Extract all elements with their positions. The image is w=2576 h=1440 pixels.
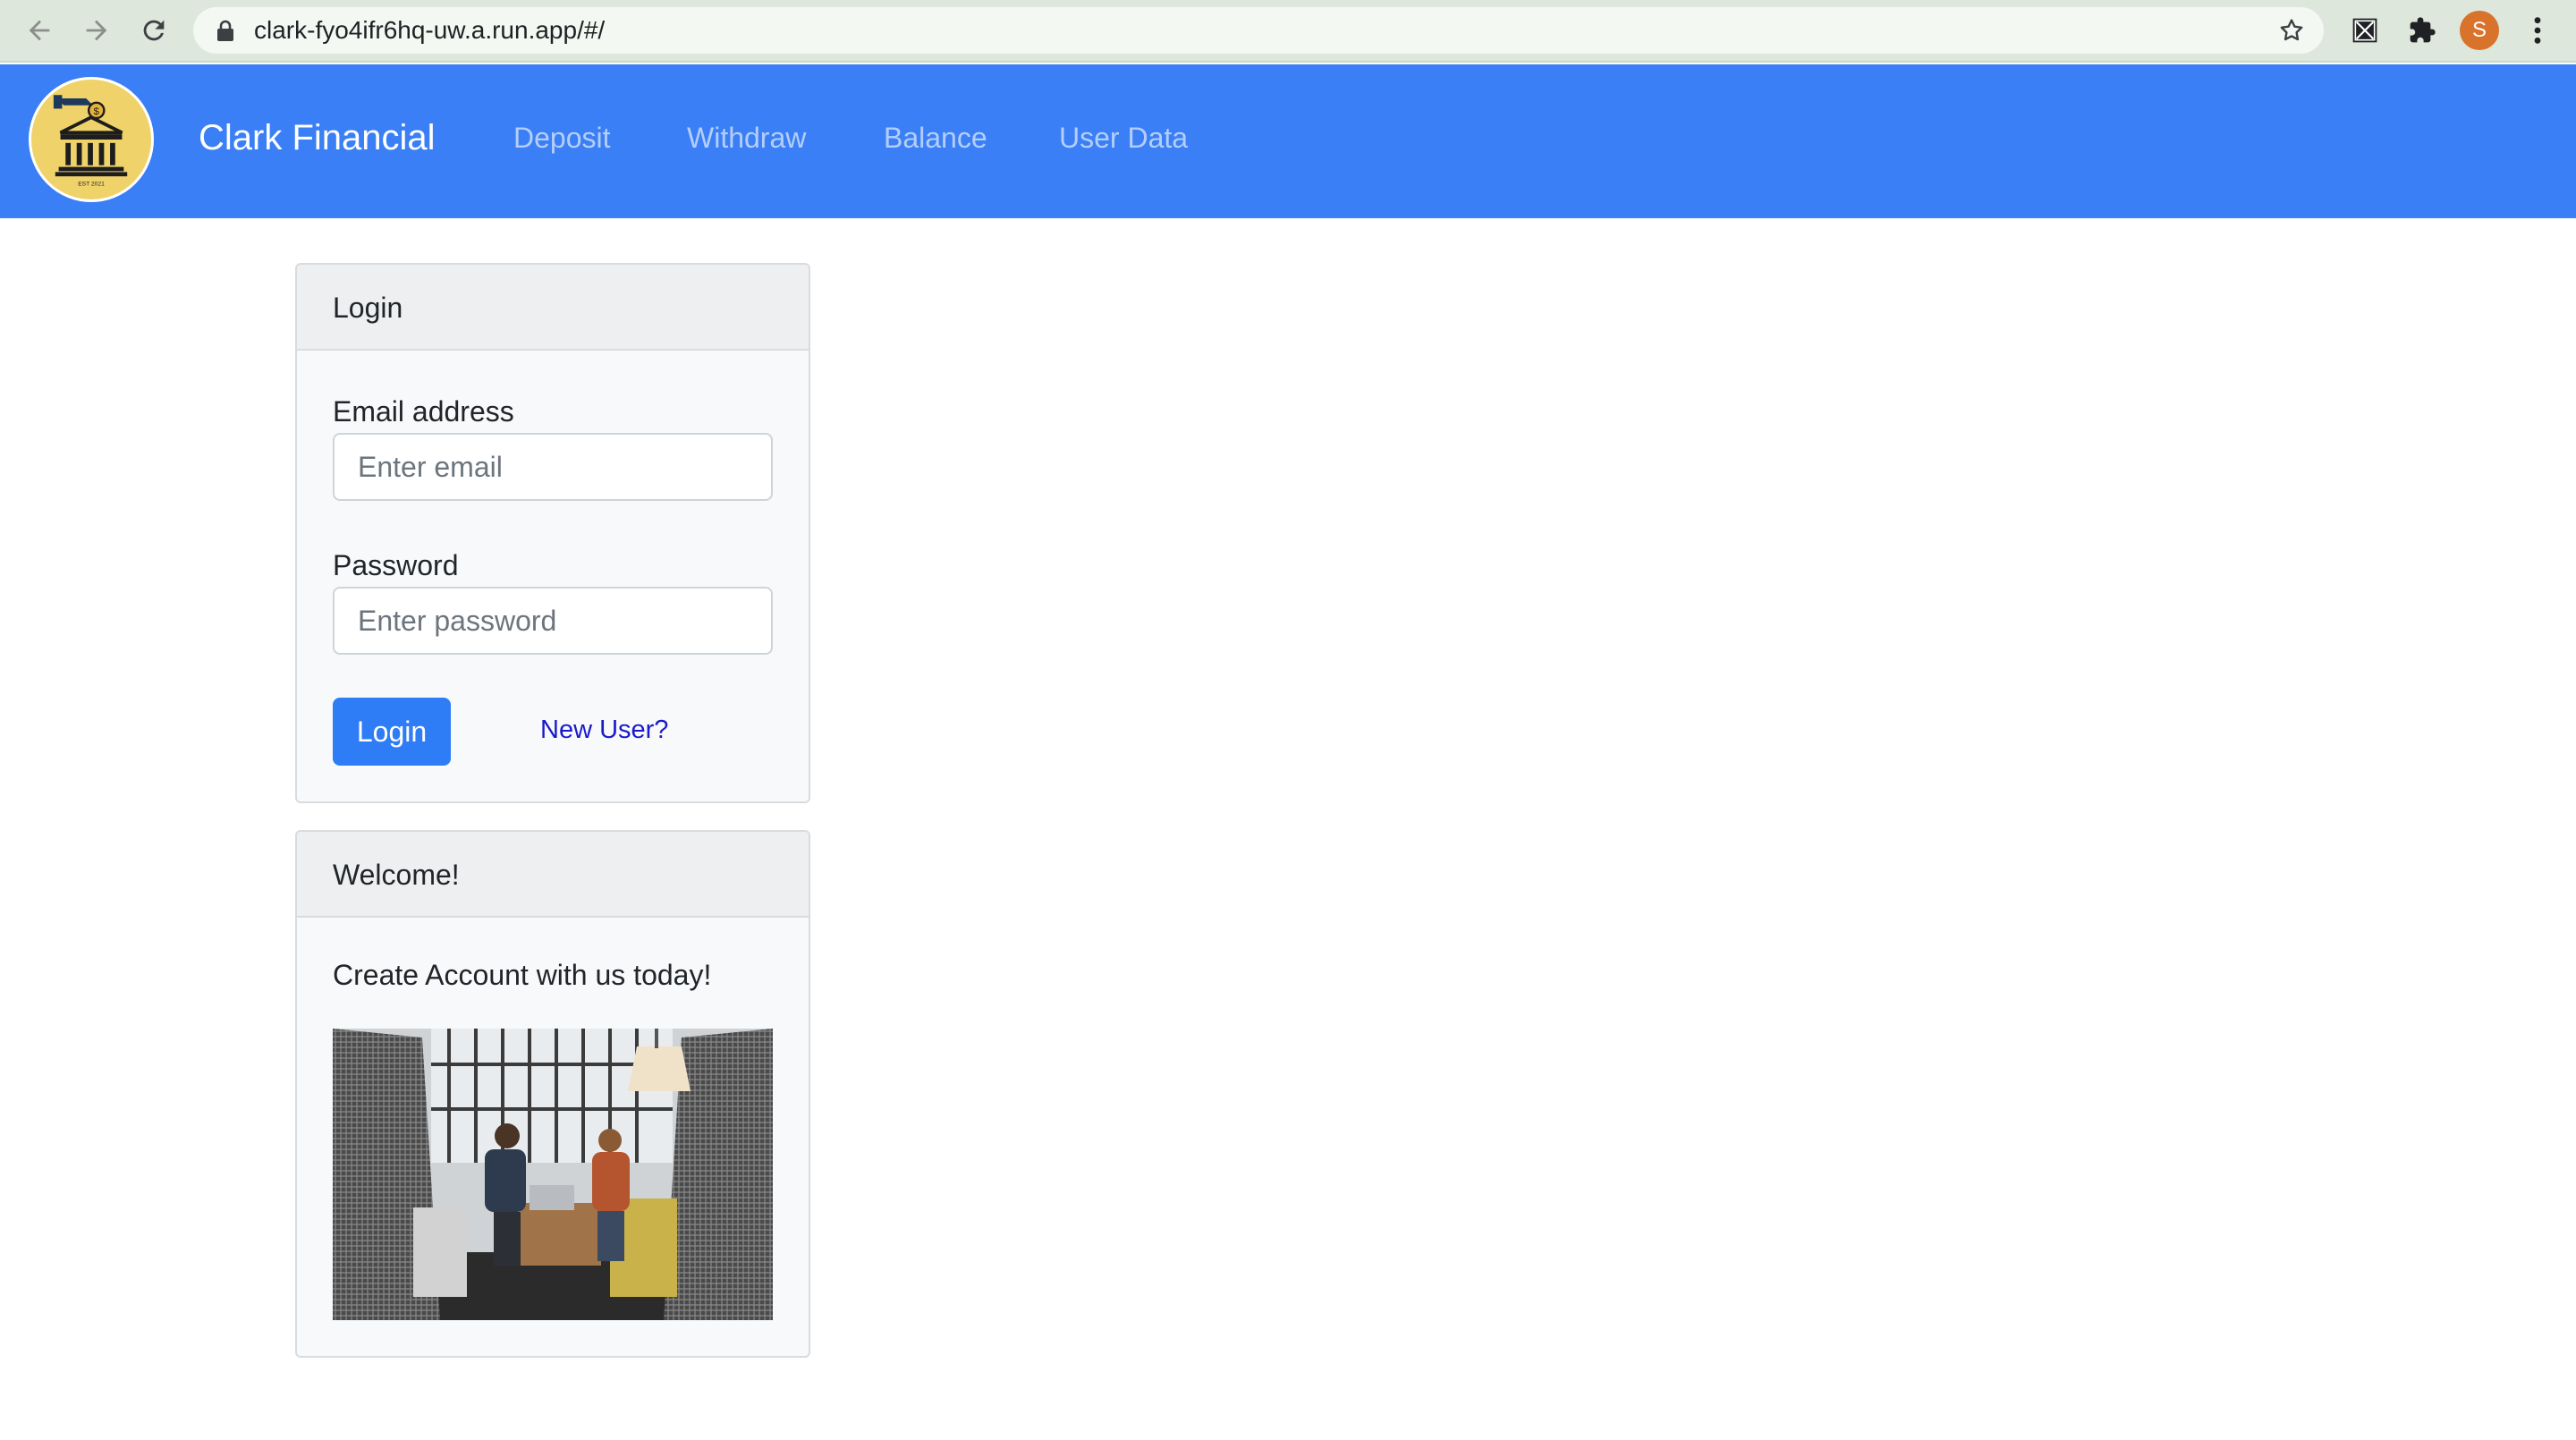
address-bar[interactable]: clark-fyo4ifr6hq-uw.a.run.app/#/ [193, 7, 2324, 54]
brand-name[interactable]: Clark Financial [199, 116, 436, 159]
login-button[interactable]: Login [333, 698, 451, 766]
kebab-menu-icon[interactable] [2522, 13, 2553, 48]
bank-logo[interactable]: $ EST 2021 [29, 77, 154, 202]
star-icon[interactable] [2277, 16, 2306, 45]
app-navbar: $ EST 2021 Clark Financial Deposit Withd… [0, 64, 2576, 218]
nav-link-withdraw[interactable]: Withdraw [687, 120, 806, 156]
password-input[interactable] [333, 587, 773, 655]
office-meeting-photo [333, 1029, 773, 1320]
new-user-link[interactable]: New User? [540, 712, 668, 748]
puzzle-icon[interactable] [2406, 14, 2438, 47]
profile-avatar[interactable]: S [2460, 11, 2499, 50]
extension-icon[interactable] [2349, 14, 2381, 47]
login-card-header: Login [297, 265, 809, 351]
svg-text:$: $ [94, 106, 100, 117]
reload-icon[interactable] [136, 13, 172, 48]
back-arrow-icon[interactable] [21, 13, 57, 48]
welcome-photo [333, 1029, 773, 1320]
welcome-text: Create Account with us today! [333, 959, 712, 991]
bank-building-icon: $ EST 2021 [53, 95, 128, 188]
welcome-card-header: Welcome! [297, 832, 809, 918]
browser-toolbar: clark-fyo4ifr6hq-uw.a.run.app/#/ S [0, 0, 2576, 63]
forward-arrow-icon[interactable] [79, 13, 114, 48]
nav-link-balance[interactable]: Balance [884, 120, 987, 156]
nav-link-user-data[interactable]: User Data [1059, 120, 1188, 156]
email-label: Email address [333, 395, 514, 428]
lock-icon [217, 20, 233, 41]
welcome-card: Welcome! Create Account with us today! [295, 830, 810, 1358]
login-card: Login Email address Password Login New U… [295, 263, 810, 803]
url-text: clark-fyo4ifr6hq-uw.a.run.app/#/ [254, 16, 606, 44]
logo-caption: EST 2021 [78, 182, 105, 188]
password-label: Password [333, 549, 459, 581]
nav-link-deposit[interactable]: Deposit [513, 120, 611, 156]
email-input[interactable] [333, 433, 773, 501]
